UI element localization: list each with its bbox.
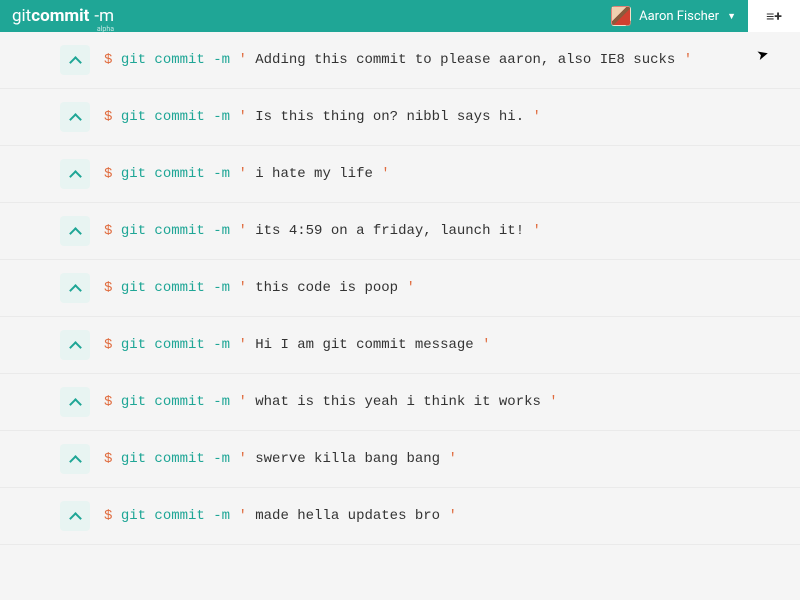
chevron-up-icon — [70, 342, 80, 348]
open-quote: ' — [238, 508, 255, 524]
git-command: git commit -m — [121, 166, 239, 182]
git-command: git commit -m — [121, 52, 239, 68]
commit-text: $ git commit -m ' Is this thing on? nibb… — [104, 109, 541, 125]
open-quote: ' — [238, 337, 255, 353]
commit-row: $ git commit -m ' Adding this commit to … — [0, 32, 800, 89]
chevron-up-icon — [70, 456, 80, 462]
open-quote: ' — [238, 394, 255, 410]
commit-row: $ git commit -m ' this code is poop ' — [0, 260, 800, 317]
collapse-button[interactable] — [60, 387, 90, 417]
commit-message: made hella updates bro — [255, 508, 440, 524]
chevron-down-icon: ▼ — [727, 11, 736, 22]
close-quote: ' — [440, 451, 457, 467]
collapse-button[interactable] — [60, 216, 90, 246]
chevron-up-icon — [70, 114, 80, 120]
collapse-button[interactable] — [60, 45, 90, 75]
commit-row: $ git commit -m ' swerve killa bang bang… — [0, 431, 800, 488]
chevron-up-icon — [70, 171, 80, 177]
logo[interactable]: gitcommit -m alpha — [12, 6, 114, 26]
new-list-button[interactable]: ≡+ — [748, 0, 800, 32]
collapse-button[interactable] — [60, 330, 90, 360]
close-quote: ' — [524, 223, 541, 239]
username: Aaron Fischer — [639, 9, 719, 24]
commit-list: $ git commit -m ' Adding this commit to … — [0, 32, 800, 545]
commit-message: this code is poop — [255, 280, 398, 296]
open-quote: ' — [238, 166, 255, 182]
commit-message: i hate my life — [255, 166, 373, 182]
git-command: git commit -m — [121, 223, 239, 239]
commit-row: $ git commit -m ' its 4:59 on a friday, … — [0, 203, 800, 260]
commit-text: $ git commit -m ' i hate my life ' — [104, 166, 390, 182]
commit-row: $ git commit -m ' what is this yeah i th… — [0, 374, 800, 431]
commit-row: $ git commit -m ' i hate my life ' — [0, 146, 800, 203]
chevron-up-icon — [70, 228, 80, 234]
collapse-button[interactable] — [60, 159, 90, 189]
prompt-symbol: $ — [104, 508, 121, 524]
git-command: git commit -m — [121, 508, 239, 524]
commit-text: $ git commit -m ' Adding this commit to … — [104, 52, 692, 68]
close-quote: ' — [440, 508, 457, 524]
logo-commit: commit — [31, 6, 89, 26]
close-quote: ' — [524, 109, 541, 125]
collapse-button[interactable] — [60, 444, 90, 474]
prompt-symbol: $ — [104, 223, 121, 239]
prompt-symbol: $ — [104, 109, 121, 125]
git-command: git commit -m — [121, 337, 239, 353]
prompt-symbol: $ — [104, 451, 121, 467]
collapse-button[interactable] — [60, 102, 90, 132]
commit-row: $ git commit -m ' made hella updates bro… — [0, 488, 800, 545]
commit-row: $ git commit -m ' Is this thing on? nibb… — [0, 89, 800, 146]
logo-git: git — [12, 6, 31, 26]
avatar — [611, 6, 631, 26]
commit-text: $ git commit -m ' its 4:59 on a friday, … — [104, 223, 541, 239]
commit-message: Hi I am git commit message — [255, 337, 473, 353]
chevron-up-icon — [70, 285, 80, 291]
git-command: git commit -m — [121, 451, 239, 467]
prompt-symbol: $ — [104, 394, 121, 410]
chevron-up-icon — [70, 399, 80, 405]
chevron-up-icon — [70, 513, 80, 519]
commit-text: $ git commit -m ' made hella updates bro… — [104, 508, 457, 524]
header-right: Aaron Fischer ▼ ≡+ — [599, 0, 800, 32]
close-quote: ' — [675, 52, 692, 68]
git-command: git commit -m — [121, 109, 239, 125]
logo-flag: -m — [94, 6, 114, 26]
commit-message: what is this yeah i think it works — [255, 394, 541, 410]
prompt-symbol: $ — [104, 280, 121, 296]
commit-text: $ git commit -m ' this code is poop ' — [104, 280, 415, 296]
git-command: git commit -m — [121, 280, 239, 296]
logo-alpha: alpha — [97, 25, 114, 33]
app-header: gitcommit -m alpha Aaron Fischer ▼ ≡+ — [0, 0, 800, 32]
git-command: git commit -m — [121, 394, 239, 410]
commit-message: Adding this commit to please aaron, also… — [255, 52, 675, 68]
close-quote: ' — [474, 337, 491, 353]
collapse-button[interactable] — [60, 501, 90, 531]
open-quote: ' — [238, 109, 255, 125]
collapse-button[interactable] — [60, 273, 90, 303]
commit-message: its 4:59 on a friday, launch it! — [255, 223, 524, 239]
prompt-symbol: $ — [104, 166, 121, 182]
close-quote: ' — [398, 280, 415, 296]
open-quote: ' — [238, 451, 255, 467]
prompt-symbol: $ — [104, 52, 121, 68]
list-plus-icon: ≡+ — [766, 8, 782, 25]
close-quote: ' — [541, 394, 558, 410]
open-quote: ' — [238, 52, 255, 68]
commit-text: $ git commit -m ' Hi I am git commit mes… — [104, 337, 491, 353]
close-quote: ' — [373, 166, 390, 182]
commit-text: $ git commit -m ' what is this yeah i th… — [104, 394, 558, 410]
commit-message: swerve killa bang bang — [255, 451, 440, 467]
commit-text: $ git commit -m ' swerve killa bang bang… — [104, 451, 457, 467]
commit-row: $ git commit -m ' Hi I am git commit mes… — [0, 317, 800, 374]
prompt-symbol: $ — [104, 337, 121, 353]
open-quote: ' — [238, 223, 255, 239]
user-menu[interactable]: Aaron Fischer ▼ — [599, 0, 748, 32]
open-quote: ' — [238, 280, 255, 296]
commit-message: Is this thing on? nibbl says hi. — [255, 109, 524, 125]
chevron-up-icon — [70, 57, 80, 63]
